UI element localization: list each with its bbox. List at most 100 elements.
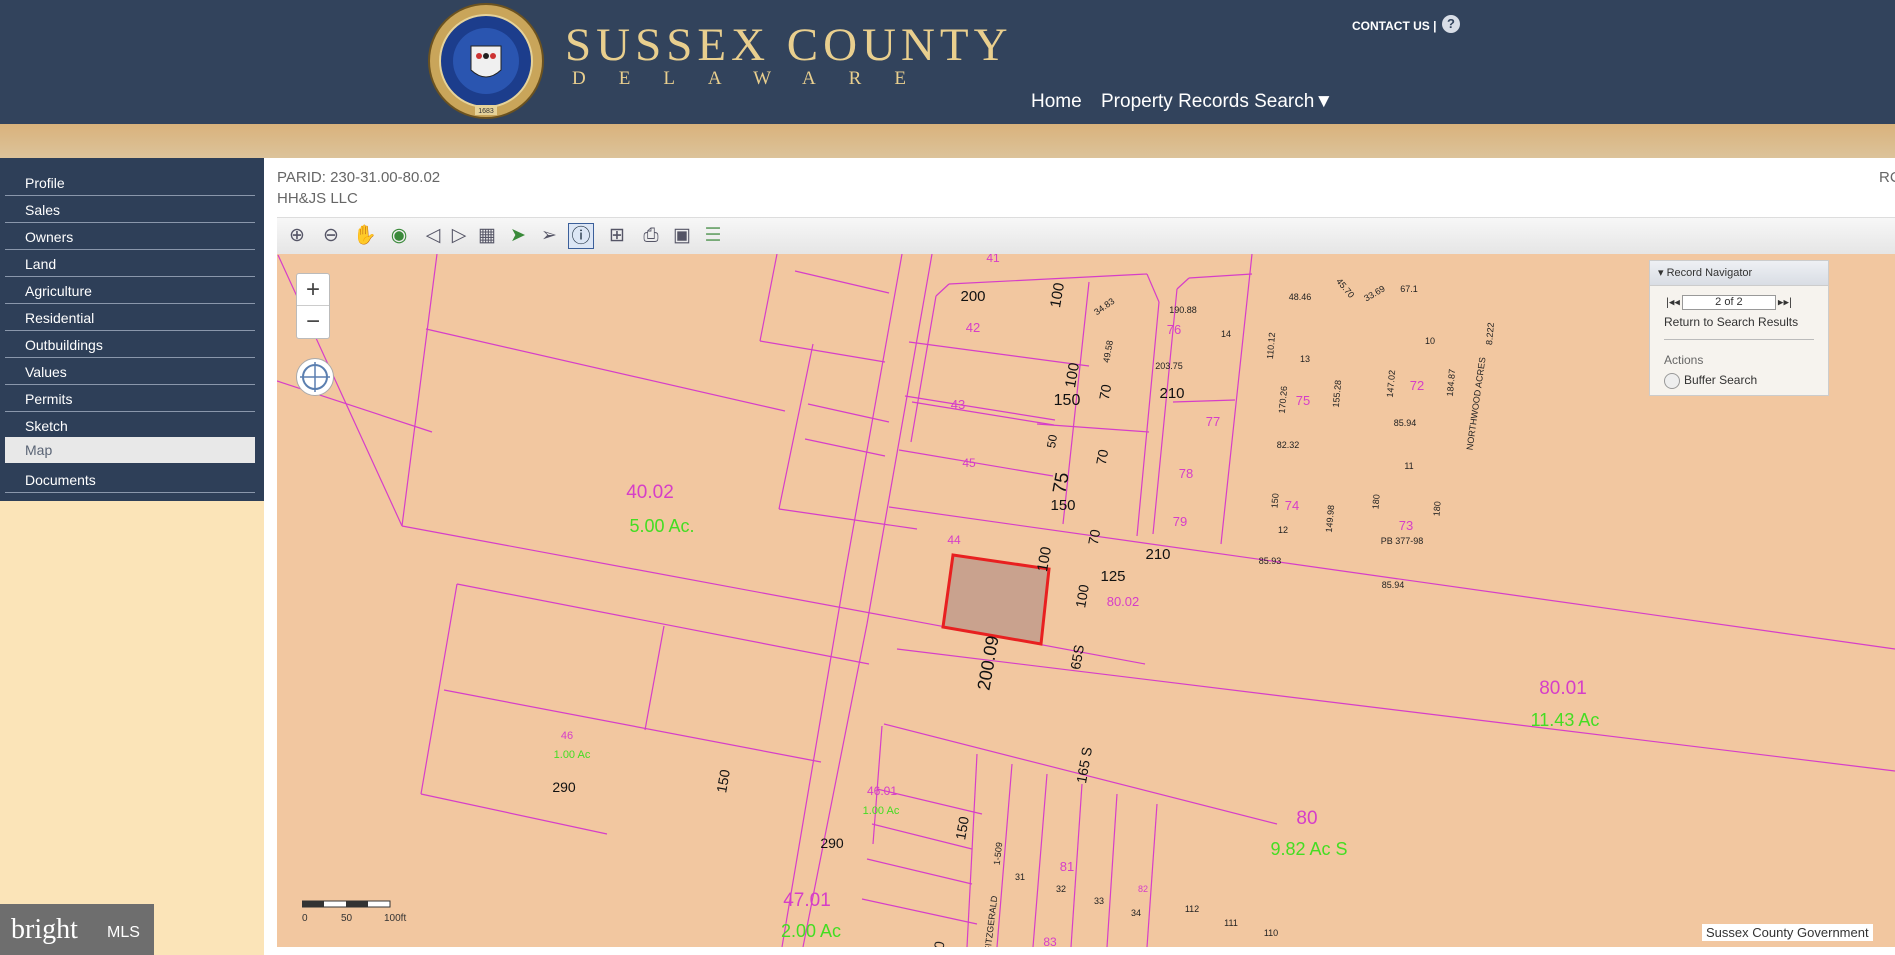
watermark-brand: bright <box>11 914 78 945</box>
record-header-cutoff: RC <box>1879 169 1895 186</box>
dimension-label: 85.94 <box>1382 580 1405 590</box>
record-navigator-header[interactable]: ▾ Record Navigator <box>1650 261 1828 286</box>
street-label: NORTHWOOD ACRES <box>1465 356 1488 450</box>
buffer-search-icon <box>1664 373 1680 389</box>
dimension-label: 180 <box>1370 494 1381 510</box>
dimension-label: 82.32 <box>1277 440 1300 450</box>
dimension-label: 165 S <box>1073 746 1095 785</box>
map-zoom-out-button[interactable]: − <box>297 306 329 337</box>
sidebar-item-permits[interactable]: Permits <box>5 386 255 412</box>
header-strip <box>0 124 1895 158</box>
parcel-label: 40.02 <box>626 482 674 503</box>
actions-heading: Actions <box>1664 353 1704 367</box>
sidebar-item-owners[interactable]: Owners <box>5 224 255 250</box>
export-image-icon[interactable]: ▣ <box>669 223 695 249</box>
sidebar-item-values[interactable]: Values <box>5 359 255 385</box>
divider <box>1664 339 1814 340</box>
site-subtitle: DELAWARE <box>572 68 939 89</box>
dimension-label: 149.98 <box>1324 505 1336 533</box>
parcel-label: 44 <box>947 533 961 547</box>
nav-home-link[interactable]: Home <box>1031 91 1082 113</box>
parcel-label: 41 <box>986 254 1000 265</box>
dimension-label: 200.09 <box>973 634 1002 692</box>
parcel-label: 45 <box>962 456 976 470</box>
dimension-label: 31 <box>1015 872 1025 882</box>
dimension-label: 210 <box>1159 385 1184 402</box>
sidebar-item-profile[interactable]: Profile <box>5 170 255 196</box>
scale-label: 100ft <box>384 913 407 924</box>
full-extent-globe-icon[interactable]: ◉ <box>386 223 412 249</box>
previous-extent-icon[interactable]: ◁ <box>420 223 446 249</box>
overview-map-icon[interactable]: ▦ <box>474 223 500 249</box>
dimension-label: 13 <box>1300 354 1310 364</box>
return-to-search-results-link[interactable]: Return to Search Results <box>1664 315 1798 329</box>
sidebar: Profile Sales Owners Land Agriculture Re… <box>0 158 264 501</box>
parcel-label: 74 <box>1285 498 1299 513</box>
dimension-label: 125 <box>1100 568 1125 585</box>
dimension-label: 14 <box>1221 329 1231 339</box>
record-navigator-title: Record Navigator <box>1666 267 1753 279</box>
map-scale-bar: 0 50 100ft <box>301 900 412 925</box>
sidebar-item-documents[interactable]: Documents <box>5 467 255 493</box>
parcel-label: 80.02 <box>1107 594 1140 609</box>
scale-label: 0 <box>302 913 308 924</box>
parcel-label: 46.01 <box>867 784 897 798</box>
collapse-triangle-icon: ▾ <box>1658 267 1667 279</box>
dimension-label: 34.83 <box>1092 296 1116 317</box>
sidebar-item-sales[interactable]: Sales <box>5 197 255 223</box>
parcel-label: 72 <box>1410 378 1424 393</box>
street-label: 1-509 <box>992 842 1005 866</box>
record-navigator-panel: ▾ Record Navigator |◂◂ 2 of 2 ▸▸| Return t… <box>1649 260 1829 396</box>
parcel-label: 75 <box>1296 393 1310 408</box>
acreage-label: 2.00 Ac <box>781 921 841 941</box>
acreage-label: 11.43 Ac <box>1531 710 1600 730</box>
dimension-label: 100 <box>1047 281 1068 309</box>
parcel-label: 46 <box>561 730 573 742</box>
select-arrow-icon[interactable]: ➢ <box>536 223 562 249</box>
parcel-label: 76 <box>1167 322 1181 337</box>
nav-property-search-menu[interactable]: Property Records Search▼ <box>1101 91 1333 113</box>
record-pager: |◂◂ 2 of 2 ▸▸| <box>1666 295 1792 310</box>
parcel-label: 80 <box>1296 808 1317 829</box>
sidebar-item-outbuildings[interactable]: Outbuildings <box>5 332 255 358</box>
selected-parcel-outline[interactable] <box>941 553 1051 646</box>
dimension-label: 33 <box>1094 896 1104 906</box>
record-pager-value[interactable]: 2 of 2 <box>1681 295 1776 310</box>
dimension-label: 112 <box>1185 904 1199 914</box>
parcel-label: 82 <box>1138 884 1148 894</box>
print-icon[interactable]: ⎙ <box>638 223 664 249</box>
identify-info-icon[interactable]: ⓘ <box>568 223 594 249</box>
dimension-label: 155.28 <box>1331 380 1343 408</box>
sidebar-item-sketch[interactable]: Sketch <box>5 413 255 439</box>
contact-us-link[interactable]: CONTACT US | <box>1352 19 1436 33</box>
dimension-label: 100 <box>1062 361 1083 389</box>
zoom-in-tool-icon[interactable]: ⊕ <box>284 223 310 249</box>
bright-mls-watermark: bright MLS <box>0 904 154 955</box>
dimension-label: 67.1 <box>1400 284 1418 294</box>
parcel-id: PARID: 230-31.00-80.02 <box>277 169 441 186</box>
layers-icon[interactable]: ☰ <box>700 223 726 249</box>
zoom-out-tool-icon[interactable]: ⊖ <box>318 223 344 249</box>
select-tool-icon[interactable]: ➤ <box>505 223 531 249</box>
dimension-label: 32 <box>1056 884 1066 894</box>
sidebar-item-agriculture[interactable]: Agriculture <box>5 278 255 304</box>
dimension-label: 75 <box>1049 471 1073 495</box>
locate-crosshair-icon[interactable] <box>296 358 334 396</box>
next-extent-icon[interactable]: ▷ <box>446 223 472 249</box>
sidebar-item-map[interactable]: Map <box>5 437 255 463</box>
dimension-label: 70 <box>1093 448 1111 466</box>
buffer-search-action[interactable]: Buffer Search <box>1664 373 1757 389</box>
help-icon[interactable]: ? <box>1442 15 1460 33</box>
measure-icon[interactable]: ⊞ <box>604 223 630 249</box>
previous-record-icon[interactable]: ◂ <box>1674 296 1680 308</box>
dimension-label: 150 <box>713 768 733 794</box>
dimension-label: 50 <box>1044 433 1060 449</box>
sidebar-item-residential[interactable]: Residential <box>5 305 255 331</box>
last-record-icon[interactable]: ▸| <box>1783 296 1791 308</box>
pan-hand-icon[interactable]: ✋ <box>352 223 378 249</box>
county-seal-logo[interactable]: 1683 <box>427 2 545 120</box>
site-title[interactable]: SUSSEX COUNTY <box>565 18 1013 72</box>
dimension-label: 147.02 <box>1385 370 1397 398</box>
sidebar-item-land[interactable]: Land <box>5 251 255 277</box>
map-zoom-in-button[interactable]: + <box>297 274 329 306</box>
